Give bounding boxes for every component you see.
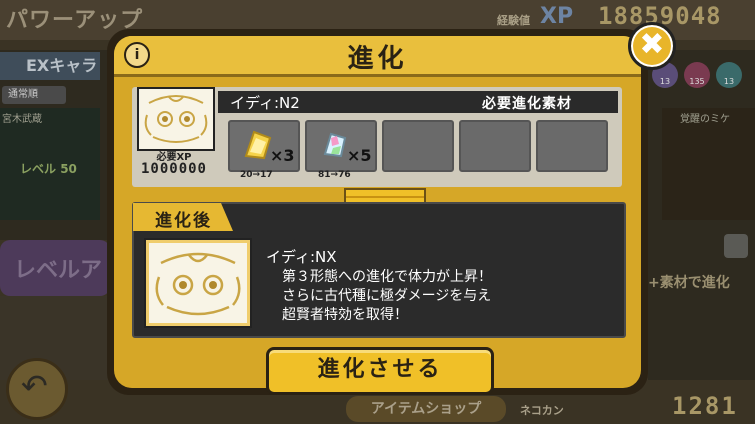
left-unit-level: レベル 50 <box>20 162 77 176</box>
material-quantity: ×5 <box>347 146 372 165</box>
gem-icon: 135 <box>684 62 710 88</box>
right-unit-name: 覚醒のミケ <box>680 114 730 125</box>
xp-label: 経験値 <box>497 14 530 27</box>
xp-icon: XP <box>540 4 574 29</box>
catfood-label: ネコカン <box>520 404 564 417</box>
cat-portrait-icon <box>144 95 208 143</box>
sort-filter-button[interactable]: 通常順 <box>2 86 66 104</box>
level-up-label: レベルア <box>14 258 103 283</box>
evolved-portrait <box>146 240 250 326</box>
catfood-value: 1281 <box>672 392 738 420</box>
evolve-description-line: 第３形態への進化で体力が上昇！ <box>282 269 492 285</box>
back-arrow-icon: ↶ <box>21 367 48 405</box>
ex-character-tab[interactable]: EXキャラ <box>0 52 100 80</box>
item-shop-button[interactable]: アイテムショップ <box>346 396 506 422</box>
unit-portrait <box>137 87 215 151</box>
cat-icon[interactable] <box>724 234 748 258</box>
evolve-description-line: 超賢者特効を取得！ <box>282 307 408 323</box>
unit-name: イディ:N2 <box>230 94 300 112</box>
evolve-description-line: さらに古代種に極ダメージを与え <box>282 288 492 304</box>
left-unit-name: 宮木武蔵 <box>2 114 42 125</box>
rainbow-catfruit-icon <box>323 132 347 158</box>
required-materials-label: 必要進化素材 <box>482 96 572 112</box>
dialog-title: 進化 <box>347 44 408 74</box>
material-count: 20→17 <box>240 170 273 180</box>
material-slot-empty <box>459 120 531 172</box>
material-slot[interactable]: ×3 <box>228 120 300 172</box>
cat-portrait-icon <box>155 252 241 316</box>
evolved-unit-name: イディ:NX <box>266 248 337 266</box>
evolve-hint: +素材で進化 <box>648 275 730 291</box>
material-count: 81→76 <box>318 170 351 180</box>
material-slot-empty <box>382 120 454 172</box>
xp-required-value: 1000000 <box>140 161 207 177</box>
material-slot-empty <box>536 120 608 172</box>
after-evolution-label: 進化後 <box>155 211 212 231</box>
evolve-button[interactable]: 進化させる <box>266 347 494 395</box>
close-icon[interactable]: ✖ <box>628 22 676 70</box>
back-button[interactable]: ↶ <box>6 358 68 420</box>
material-slot[interactable]: ×5 <box>305 120 377 172</box>
material-quantity: ×3 <box>270 146 295 165</box>
info-icon[interactable]: i <box>124 42 150 68</box>
gem-icon: 13 <box>716 62 742 88</box>
gold-catfruit-icon <box>244 130 272 160</box>
